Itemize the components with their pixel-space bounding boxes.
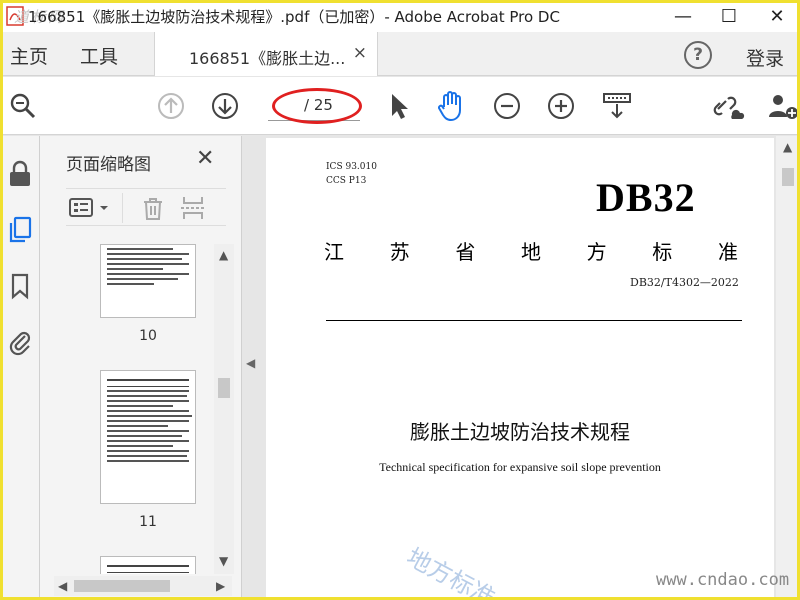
extract-pages-icon[interactable]: [180, 195, 210, 221]
tab-document[interactable]: 166851《膨胀土边... ×: [154, 32, 378, 76]
login-button[interactable]: 登录: [746, 44, 784, 71]
thumbnail-panel: 页面缩略图 ✕ 10 11 ▲ ▼ ◀ ▶: [40, 136, 242, 600]
standard-header: 江 苏 省 地 方 标 准: [324, 240, 738, 264]
scroll-left-arrow-icon[interactable]: ◀: [58, 579, 67, 593]
zoom-out-icon[interactable]: [490, 89, 524, 123]
add-user-icon[interactable]: [766, 89, 800, 123]
panel-close-button[interactable]: ✕: [196, 146, 214, 171]
zoom-search-icon[interactable]: [6, 89, 40, 123]
scroll-thumb[interactable]: [74, 580, 170, 592]
window-title: 166851《膨胀土边坡防治技术规程》.pdf（已加密）- Adobe Acro…: [28, 8, 560, 26]
tab-home[interactable]: 主页: [10, 42, 48, 69]
thumbnail-page-10[interactable]: [100, 244, 196, 318]
share-link-icon[interactable]: [712, 89, 746, 123]
scroll-thumb[interactable]: [218, 378, 230, 398]
tab-tools[interactable]: 工具: [80, 42, 118, 69]
zoom-in-icon[interactable]: [544, 89, 578, 123]
toolbar: / 25: [0, 77, 800, 135]
select-arrow-icon[interactable]: [382, 89, 416, 123]
window-close-button[interactable]: ✕: [754, 0, 800, 32]
scroll-down-arrow-icon[interactable]: ▼: [219, 554, 228, 568]
scroll-thumb[interactable]: [782, 168, 794, 186]
panel-toolbar: [66, 188, 226, 226]
thumbnail-page-next[interactable]: [100, 556, 196, 574]
title-bar: 道标网 166851《膨胀土边坡防治技术规程》.pdf（已加密）- Adobe …: [0, 0, 800, 32]
minimize-button[interactable]: —: [660, 0, 706, 32]
paperclip-icon[interactable]: [6, 326, 34, 358]
thumbnail-label: 11: [139, 514, 157, 530]
help-icon[interactable]: ?: [684, 41, 712, 69]
tab-bar: 主页 工具 166851《膨胀土边... × ? 登录: [0, 32, 800, 76]
scroll-up-arrow-icon[interactable]: ▲: [783, 140, 792, 154]
page-down-icon[interactable]: [208, 89, 242, 123]
scroll-up-arrow-icon[interactable]: ▲: [219, 248, 228, 262]
collapse-panel-icon[interactable]: ◀: [246, 356, 255, 370]
thumbnail-list: 10 11: [54, 244, 214, 574]
page-up-icon[interactable]: [154, 89, 188, 123]
pdf-page: ICS 93.010 CCS P13 DB32 江 苏 省 地 方 标 准 DB…: [266, 138, 774, 600]
page-total: / 25: [304, 96, 333, 114]
db-logo: DB32: [596, 175, 696, 220]
document-scrollbar[interactable]: ▲: [776, 136, 800, 600]
toolbar-divider: [122, 193, 123, 223]
pages-icon[interactable]: [6, 214, 34, 246]
thumbnail-options-icon[interactable]: [68, 197, 114, 219]
thumbnail-vertical-scrollbar[interactable]: ▲ ▼: [214, 244, 234, 574]
trash-icon[interactable]: [140, 195, 166, 221]
panel-title: 页面缩略图: [66, 155, 151, 175]
thumbnail-label: 10: [139, 328, 157, 344]
hand-pan-icon[interactable]: [434, 89, 468, 123]
site-url-watermark: www.cndao.com: [656, 570, 790, 590]
thumbnail-page-11[interactable]: [100, 370, 196, 504]
ics-classification: ICS 93.010 CCS P13: [326, 162, 377, 186]
tab-close-button[interactable]: ×: [353, 43, 367, 63]
header-rule: [326, 320, 742, 321]
left-rail: [0, 136, 40, 600]
page-number-input[interactable]: [274, 95, 292, 117]
document-watermark: 地方标准: [401, 542, 500, 600]
scroll-mode-icon[interactable]: [600, 89, 634, 123]
document-title-en: Technical specification for expansive so…: [379, 460, 661, 474]
document-title-cn: 膨胀土边坡防治技术规程: [410, 420, 630, 444]
standard-number: DB32/T4302—2022: [630, 276, 739, 289]
thumbnail-horizontal-scrollbar[interactable]: ◀ ▶: [54, 576, 232, 596]
document-view[interactable]: ICS 93.010 CCS P13 DB32 江 苏 省 地 方 标 准 DB…: [262, 136, 800, 600]
maximize-button[interactable]: ☐: [706, 0, 752, 32]
tab-document-label: 166851《膨胀土边...: [189, 49, 346, 68]
page-navigator: / 25: [268, 89, 360, 121]
lock-icon[interactable]: [6, 158, 34, 190]
scroll-right-arrow-icon[interactable]: ▶: [216, 579, 225, 593]
bookmark-icon[interactable]: [6, 270, 34, 302]
